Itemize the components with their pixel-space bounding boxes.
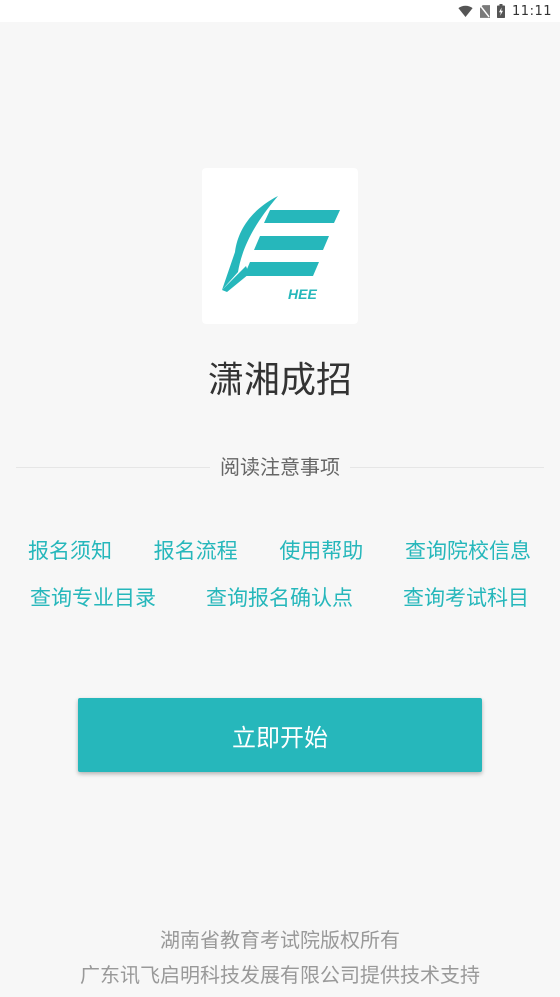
app-title: 潇湘成招 [207, 360, 352, 401]
logo-bar-bottom [244, 262, 319, 276]
footer-copyright: 湖南省教育考试院版权所有 [160, 928, 400, 952]
notice-heading: 阅读注意事项 [220, 455, 340, 479]
divider-line-right [350, 466, 544, 468]
logo-text: HEE [288, 286, 317, 302]
link-query-institution-info[interactable]: 查询院校信息 [405, 538, 531, 564]
status-icons: 11:11 [458, 0, 552, 22]
link-query-registration-confirmation-site[interactable]: 查询报名确认点 [206, 585, 353, 611]
link-usage-help[interactable]: 使用帮助 [279, 538, 363, 564]
start-button[interactable]: 立即开始 [78, 698, 482, 772]
launch-screen: 11:11 HEE 潇湘成招 阅读注意事项 报名须知 报名流程 使用帮助 查询院… [0, 0, 560, 997]
no-sim-icon [480, 4, 491, 18]
app-logo: HEE [202, 168, 358, 324]
logo-mark: HEE [222, 196, 340, 302]
battery-charging-icon [497, 4, 506, 18]
logo-bar-middle [254, 236, 329, 250]
notice-links-row-1: 报名须知 报名流程 使用帮助 查询院校信息 [0, 538, 560, 564]
wifi-icon [458, 5, 473, 17]
notice-divider: 阅读注意事项 [16, 455, 544, 479]
notice-links-row-2: 查询专业目录 查询报名确认点 查询考试科目 [0, 585, 560, 611]
status-time: 11:11 [512, 3, 552, 19]
link-query-exam-subjects[interactable]: 查询考试科目 [403, 585, 529, 611]
link-query-major-catalog[interactable]: 查询专业目录 [30, 585, 156, 611]
logo-bar-top [264, 210, 340, 223]
link-registration-notice[interactable]: 报名须知 [28, 538, 112, 564]
link-registration-process[interactable]: 报名流程 [154, 538, 238, 564]
divider-line-left [16, 466, 210, 468]
status-bar: 11:11 [0, 0, 560, 22]
footer-tech-support: 广东讯飞启明科技发展有限公司提供技术支持 [80, 963, 480, 987]
